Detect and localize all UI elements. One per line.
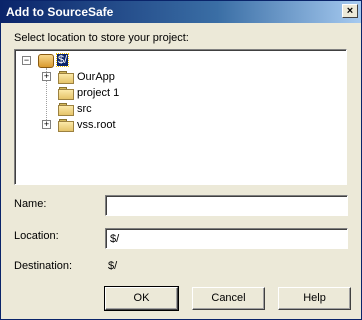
tree-item-label[interactable]: src [77, 103, 92, 115]
tree-item-src[interactable]: src [41, 102, 161, 118]
tree-item-project-1[interactable]: project 1 [41, 86, 161, 102]
folder-icon [58, 71, 74, 84]
project-tree[interactable]: − $/ + OurApp project 1 src + vss.root [14, 49, 347, 185]
window-title: Add to SourceSafe [6, 5, 114, 19]
location-label: Location: [14, 230, 59, 242]
cancel-button[interactable]: Cancel [192, 287, 265, 310]
tree-item-label[interactable]: vss.root [77, 119, 116, 131]
title-bar[interactable]: Add to SourceSafe × [1, 1, 361, 23]
sourcesafe-database-icon [38, 54, 54, 68]
tree-item-ourapp[interactable]: + OurApp [41, 70, 161, 86]
folder-icon [58, 87, 74, 100]
help-button[interactable]: Help [278, 287, 351, 310]
close-button[interactable]: × [342, 4, 358, 18]
tree-root-node[interactable]: − $/ [21, 53, 81, 70]
folder-icon [58, 103, 74, 116]
location-input[interactable] [105, 228, 348, 249]
close-icon: × [346, 5, 354, 17]
destination-value: $/ [108, 260, 118, 272]
expand-icon[interactable]: + [42, 120, 51, 129]
destination-label: Destination: [14, 260, 73, 272]
tree-item-vss-root[interactable]: + vss.root [41, 118, 161, 134]
add-to-sourcesafe-dialog: Add to SourceSafe × Select location to s… [0, 0, 362, 320]
collapse-icon[interactable]: − [22, 56, 31, 65]
folder-icon [58, 119, 74, 132]
name-input[interactable] [105, 195, 348, 216]
location-prompt: Select location to store your project: [14, 32, 189, 44]
tree-item-label[interactable]: OurApp [77, 71, 115, 83]
name-label: Name: [14, 198, 47, 210]
tree-item-label[interactable]: project 1 [77, 87, 119, 99]
ok-button[interactable]: OK [104, 286, 179, 311]
expand-icon[interactable]: + [42, 72, 51, 81]
tree-root-label[interactable]: $/ [55, 53, 70, 67]
